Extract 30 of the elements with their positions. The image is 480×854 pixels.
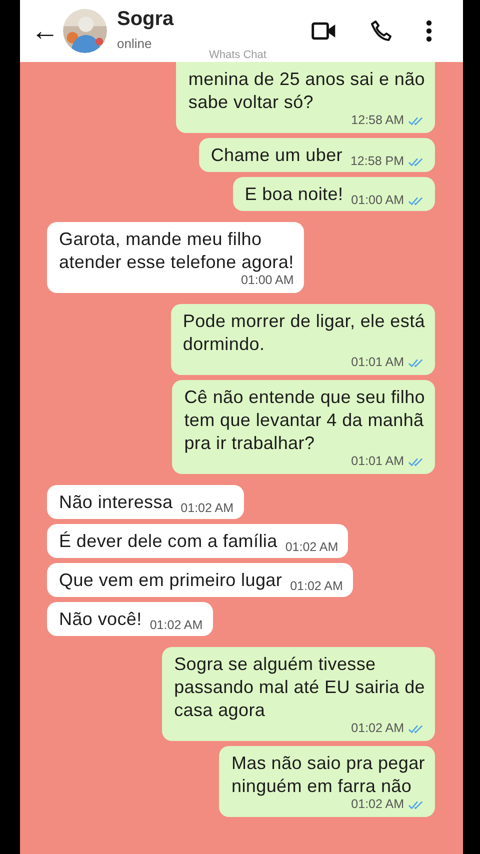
phone-icon[interactable]	[368, 19, 394, 43]
message-time: 12:58 AM	[351, 113, 404, 128]
message-text: Que vem em primeiro lugar	[59, 569, 282, 592]
message-time: 12:58 PM	[350, 154, 404, 169]
message-time: 01:02 AM	[351, 721, 404, 736]
message-time: 01:02 AM	[351, 797, 404, 812]
message-text: Mas não saio pra pegar ninguém em farra não	[231, 752, 425, 798]
message-time: 01:02 AM	[150, 618, 203, 633]
message-text: Não interessa	[59, 491, 173, 514]
back-button[interactable]: ←	[31, 17, 61, 45]
message-text: Não você!	[59, 608, 142, 631]
message-time: 01:00 AM	[240, 273, 294, 288]
message-time: 01:02 AM	[180, 501, 234, 516]
message-time: 01:01 AM	[351, 454, 404, 469]
more-options-icon[interactable]	[425, 19, 433, 43]
message-text: Sogra se alguém tivesse passando mal até EU sairia de casa agora	[174, 653, 425, 722]
message-text: Chame um uber	[210, 144, 342, 167]
message-time: 01:02 AM	[290, 579, 343, 594]
contact-status: online	[117, 36, 153, 50]
message-time: 01:00 AM	[351, 193, 404, 208]
message-text: Cê não entende que seu filho tem que levantar 4 da manhã pra ir trabalhar?	[184, 386, 425, 455]
message-time: 01:02 AM	[285, 540, 338, 555]
contact-name: Sogra	[117, 8, 174, 30]
app-label: Whats Chat	[209, 49, 266, 61]
message-text: Garota, mande meu filho atender esse telefone agora!	[59, 228, 294, 274]
message-text: E boa noite!	[244, 183, 344, 206]
message-time: 01:01 AM	[351, 355, 404, 370]
message-text: Pode morrer de ligar, ele está dormindo.	[182, 310, 425, 356]
message-text: menina de 25 anos sai e não sabe voltar só?	[188, 68, 425, 114]
message-text: É dever dele com a família	[59, 530, 278, 553]
